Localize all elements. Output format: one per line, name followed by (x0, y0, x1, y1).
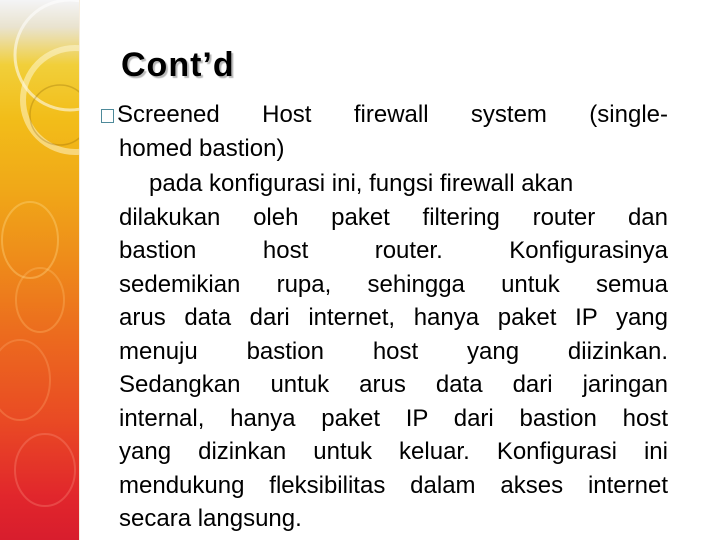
paragraph-line: pada konfigurasi ini, fungsi firewall ak… (149, 170, 574, 197)
paragraph-line: internal, hanya paket IP dari bastion ho… (119, 404, 668, 432)
hollow-square-bullet-icon (101, 109, 114, 123)
slide: Cont’d Screened Host firewall system (si… (0, 0, 720, 540)
bullet-item: Screened Host firewall system (single- (101, 98, 668, 132)
description-paragraph: pada konfigurasi ini, fungsi firewall ak… (101, 167, 668, 536)
decorative-side-strip (0, 0, 79, 540)
paragraph-line: Sedangkan untuk arus data dari jaringan (119, 371, 668, 398)
paragraph-line: dilakukan oleh paket filtering router da… (119, 203, 668, 231)
paragraph-line: bastion host router. Konfigurasinya (119, 237, 668, 264)
paragraph-line: sedemikian rupa, sehingga untuk semua (119, 270, 668, 298)
bullet-text-line-1: Screened Host firewall system (single- (117, 101, 668, 128)
bullet-text-line-2: homed bastion) (119, 134, 285, 162)
paragraph-line: yang dizinkan untuk keluar. Konfigurasi … (119, 438, 668, 465)
decorative-circles-icon (0, 0, 79, 507)
strip-divider (79, 0, 80, 540)
slide-title: Cont’d (121, 46, 235, 84)
paragraph-line: menuju bastion host yang diizinkan. (119, 337, 668, 365)
slide-body: Screened Host firewall system (single- h… (101, 98, 668, 536)
paragraph-line: arus data dari internet, hanya paket IP … (119, 304, 668, 331)
paragraph-line: secara langsung. (119, 505, 302, 532)
paragraph-line: mendukung fleksibilitas dalam akses inte… (119, 471, 668, 499)
